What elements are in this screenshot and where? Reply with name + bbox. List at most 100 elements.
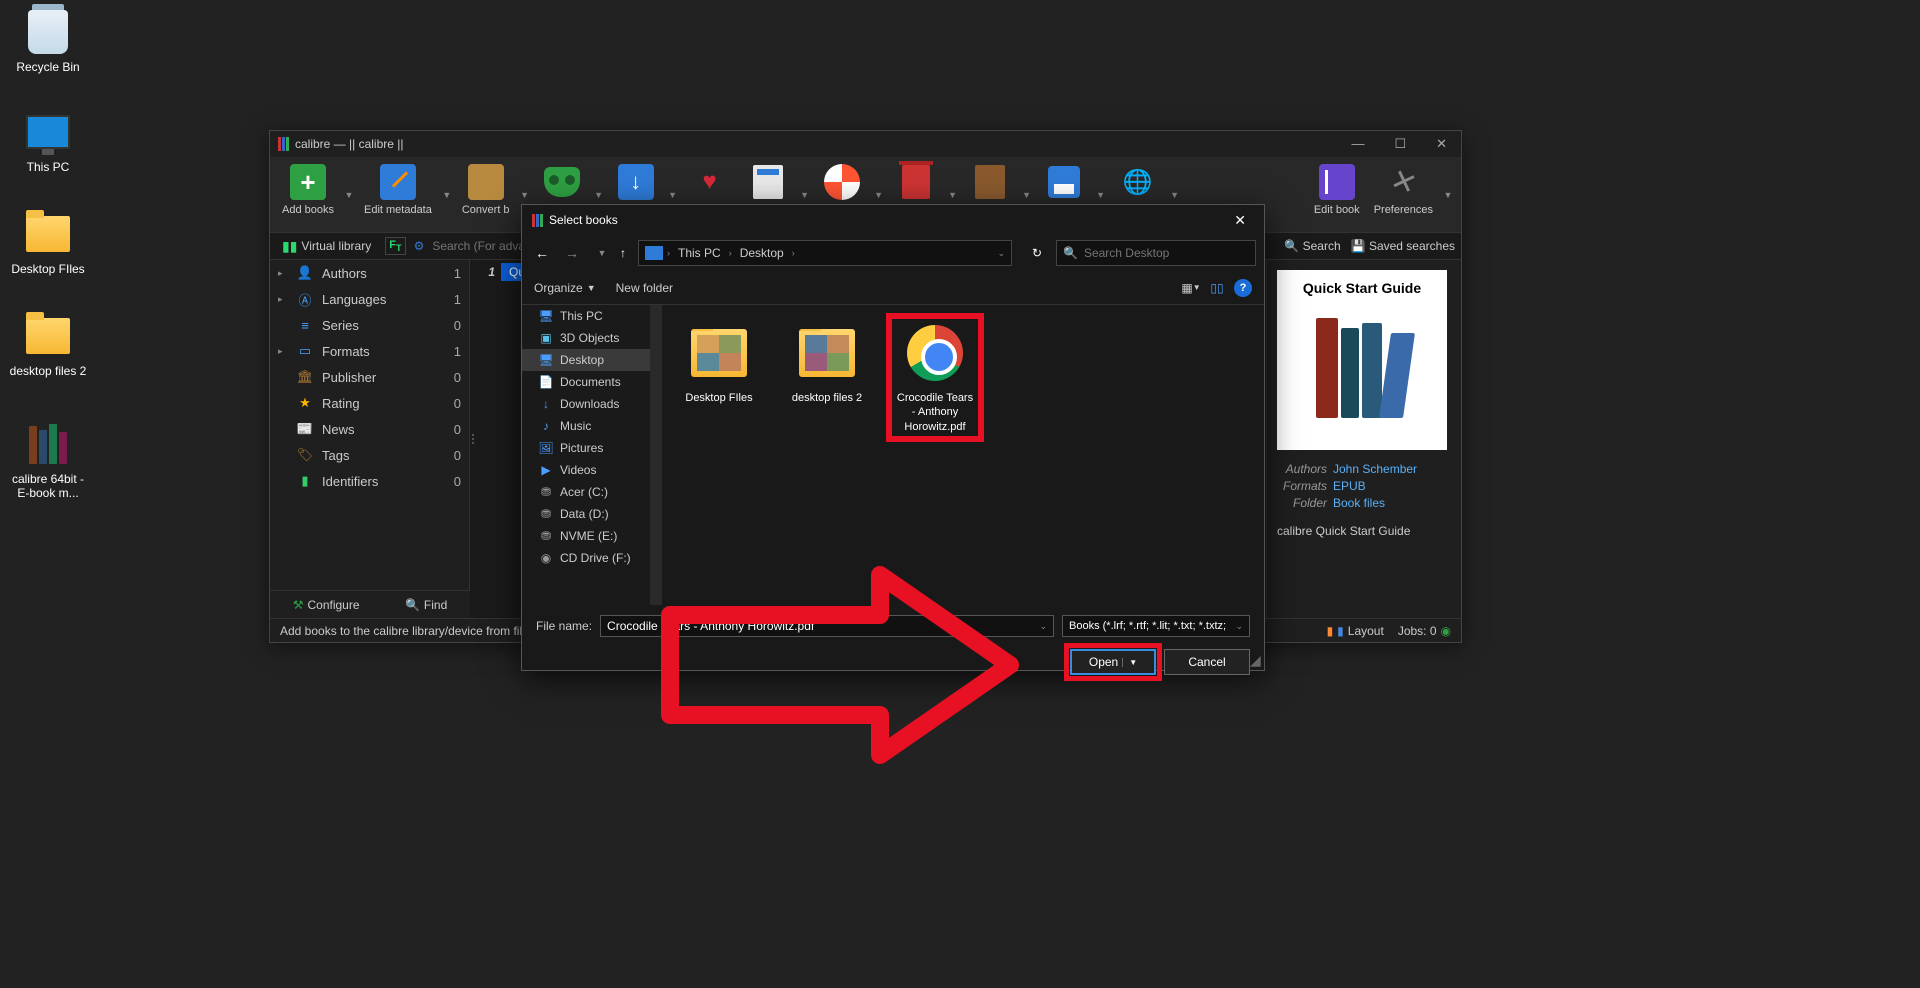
formats-value[interactable]: EPUB — [1333, 479, 1366, 493]
layout-button[interactable]: ▮▮ Layout — [1327, 624, 1384, 638]
add-books-button[interactable]: Add books — [276, 160, 340, 220]
view-mode-button[interactable]: ▦ ▼ — [1182, 280, 1200, 296]
preferences-dropdown[interactable]: ▼ — [1441, 160, 1455, 229]
tree-icon: 🖥 — [538, 309, 554, 323]
saved-searches-button[interactable]: 💾 Saved searches — [1351, 239, 1455, 253]
tree-label: Pictures — [560, 441, 603, 455]
cancel-button[interactable]: Cancel — [1164, 649, 1250, 675]
filetype-select[interactable]: Books (*.lrf; *.rtf; *.lit; *.txt; *.txt… — [1062, 615, 1250, 637]
preferences-button[interactable]: Preferences — [1368, 160, 1439, 220]
resize-grip[interactable]: ◢ — [1250, 656, 1262, 668]
desktop-files-folder[interactable]: Desktop FIles — [8, 210, 88, 276]
category-icon: ▭ — [296, 343, 314, 359]
preview-pane-button[interactable]: ▯▯ — [1208, 280, 1226, 296]
nav-back-button[interactable]: ← — [530, 241, 554, 265]
breadcrumb[interactable]: › This PC › Desktop › ⌄ — [638, 240, 1012, 266]
category-news[interactable]: 📰News0 — [270, 416, 469, 442]
cover-title: Quick Start Guide — [1303, 280, 1421, 296]
tree-label: Downloads — [560, 397, 619, 411]
category-tags[interactable]: 🏷Tags0 — [270, 442, 469, 468]
category-languages[interactable]: ▸ⒶLanguages1 — [270, 286, 469, 312]
edit-metadata-button[interactable]: Edit metadata — [358, 160, 438, 220]
titlebar[interactable]: calibre — || calibre || — ☐ ✕ — [270, 131, 1461, 157]
tree-this-pc[interactable]: 🖥This PC — [522, 305, 662, 327]
search-settings-button[interactable]: ⚙ — [414, 239, 425, 253]
file-item-desktop-files-2[interactable]: desktop files 2 — [782, 317, 872, 409]
tree-acer--c--[interactable]: ⛃Acer (C:) — [522, 481, 662, 503]
virtual-library-button[interactable]: ▮▮ Virtual library — [276, 236, 377, 257]
desktop-files-2-folder[interactable]: desktop files 2 — [8, 312, 88, 378]
breadcrumb-dropdown[interactable]: ⌄ — [997, 248, 1005, 259]
search-button[interactable]: 🔍 Search — [1284, 239, 1340, 253]
filename-input[interactable]: Crocodile Tears - Anthony Horowitz.pdf⌄ — [600, 615, 1054, 637]
tree-pictures[interactable]: 🖼Pictures — [522, 437, 662, 459]
dialog-search-input[interactable] — [1084, 246, 1249, 260]
category-rating[interactable]: ★Rating0 — [270, 390, 469, 416]
tree-data--d--[interactable]: ⛃Data (D:) — [522, 503, 662, 525]
dialog-titlebar[interactable]: Select books ✕ — [522, 205, 1264, 235]
organize-button[interactable]: Organize ▼ — [534, 281, 596, 295]
authors-value[interactable]: John Schember — [1333, 462, 1417, 476]
help-button[interactable]: ? — [1234, 279, 1252, 297]
tree-downloads[interactable]: ↓Downloads — [522, 393, 662, 415]
file-item-desktop-files[interactable]: Desktop FIles — [674, 317, 764, 409]
nav-up-button[interactable]: ↑ — [620, 246, 626, 260]
calibre-shortcut[interactable]: calibre 64bit - E-book m... — [8, 420, 88, 500]
maximize-button[interactable]: ☐ — [1388, 136, 1412, 152]
tree-documents[interactable]: 📄Documents — [522, 371, 662, 393]
edit-metadata-dropdown[interactable]: ▼ — [440, 160, 454, 229]
dialog-close-button[interactable]: ✕ — [1226, 210, 1254, 231]
view-button[interactable] — [534, 160, 590, 208]
connect-share-button[interactable]: 🌐 — [1110, 160, 1166, 208]
new-folder-button[interactable]: New folder — [616, 281, 673, 295]
category-identifiers[interactable]: ▮Identifiers0 — [270, 468, 469, 494]
file-item-crocodile-tears[interactable]: Crocodile Tears - Anthony Horowitz.pdf — [890, 317, 980, 438]
find-button[interactable]: 🔍Find — [405, 598, 447, 612]
category-publisher[interactable]: 🏛Publisher0 — [270, 364, 469, 390]
calibre-shortcut-label: calibre 64bit - E-book m... — [8, 472, 88, 500]
breadcrumb-desktop[interactable]: Desktop — [736, 244, 788, 262]
edit-book-button[interactable]: Edit book — [1308, 160, 1366, 220]
add-books-dropdown[interactable]: ▼ — [342, 160, 356, 229]
configure-button[interactable]: ⚒Configure — [293, 598, 360, 612]
tree-label: 3D Objects — [560, 331, 619, 345]
fulltext-search-button[interactable]: FT — [385, 237, 405, 255]
tree-label: Documents — [560, 375, 621, 389]
tree-cd-drive--f--[interactable]: ◉CD Drive (F:) — [522, 547, 662, 569]
tree-3d-objects[interactable]: ▣3D Objects — [522, 327, 662, 349]
tree-desktop[interactable]: 🖥Desktop — [522, 349, 662, 371]
minimize-button[interactable]: — — [1345, 136, 1370, 152]
category-formats[interactable]: ▸▭Formats1 — [270, 338, 469, 364]
tree-label: Data (D:) — [560, 507, 609, 521]
get-books-button[interactable] — [608, 160, 664, 208]
nav-forward-button[interactable]: → — [560, 241, 584, 265]
category-label: Languages — [322, 292, 386, 307]
close-button[interactable]: ✕ — [1430, 136, 1453, 152]
donate-button[interactable]: ♥ — [682, 160, 738, 208]
save-disk-button[interactable] — [1036, 160, 1092, 208]
convert-books-button[interactable]: Convert b — [456, 160, 516, 220]
category-authors[interactable]: ▸👤Authors1 — [270, 260, 469, 286]
tree-nvme--e--[interactable]: ⛃NVME (E:) — [522, 525, 662, 547]
file-list[interactable]: Desktop FIles desktop files 2 Crocodile … — [662, 305, 1264, 605]
expand-icon: ▸ — [278, 294, 288, 305]
nav-recent-button[interactable]: ▼ — [590, 241, 614, 265]
folder-value[interactable]: Book files — [1333, 496, 1385, 510]
tree-music[interactable]: ♪Music — [522, 415, 662, 437]
library-button[interactable] — [962, 160, 1018, 208]
fetch-news-button[interactable] — [740, 160, 796, 208]
desktop-files-label: Desktop FIles — [8, 262, 88, 276]
remove-books-button[interactable] — [888, 160, 944, 208]
recycle-bin[interactable]: Recycle Bin — [8, 8, 88, 74]
book-cover[interactable]: Quick Start Guide — [1277, 270, 1447, 450]
refresh-button[interactable]: ↻ — [1024, 240, 1050, 266]
help-button[interactable] — [814, 160, 870, 208]
open-button[interactable]: Open ▼ — [1070, 649, 1156, 675]
search-box[interactable]: 🔍 — [1056, 240, 1256, 266]
breadcrumb-this-pc[interactable]: This PC — [674, 244, 725, 262]
jobs-button[interactable]: Jobs: 0 ◉ — [1398, 624, 1451, 638]
tree-videos[interactable]: ▶Videos — [522, 459, 662, 481]
folder-tree[interactable]: 🖥This PC▣3D Objects🖥Desktop📄Documents↓Do… — [522, 305, 662, 605]
category-series[interactable]: ≡Series0 — [270, 312, 469, 338]
this-pc[interactable]: This PC — [8, 108, 88, 174]
